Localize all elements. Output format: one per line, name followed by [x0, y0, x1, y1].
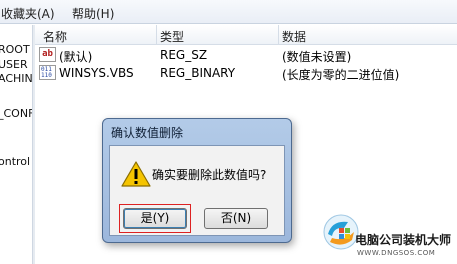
- column-type[interactable]: 类型: [160, 28, 184, 45]
- value-type: REG_BINARY: [160, 66, 236, 80]
- dialog-message: 确实要删除此数值吗?: [152, 168, 267, 182]
- column-divider[interactable]: [278, 25, 279, 45]
- value-name: WINSYS.VBS: [59, 66, 134, 80]
- string-value-icon: ab: [39, 47, 56, 62]
- tree-item-machine[interactable]: ACHIN: [0, 72, 32, 85]
- list-item[interactable]: ab (默认) REG_SZ (数值未设置): [35, 46, 457, 64]
- list-header: 名称 类型 数据: [35, 25, 457, 45]
- watermark: 电脑公司装机大师 WWW.DNGSOS.COM: [322, 208, 457, 264]
- dialog-title: 确认数值删除: [111, 126, 184, 140]
- column-name[interactable]: 名称: [43, 28, 67, 45]
- value-name: (默认): [59, 50, 93, 64]
- menu-bar: 收藏夹(A) 帮助(H): [0, 0, 457, 24]
- menu-favorites[interactable]: 收藏夹(A): [1, 5, 55, 22]
- list-item[interactable]: 011 110 WINSYS.VBS REG_BINARY (长度为零的二进位值…: [35, 64, 457, 82]
- tree-item-user[interactable]: USER: [0, 58, 28, 71]
- tree-item-root[interactable]: ROOT: [0, 43, 30, 56]
- value-data: (长度为零的二进位值): [282, 68, 400, 82]
- menu-help[interactable]: 帮助(H): [72, 5, 114, 22]
- tree-item-control[interactable]: ontrol: [0, 155, 30, 168]
- tree-item-config[interactable]: _CONF: [0, 107, 32, 120]
- yes-button[interactable]: 是(Y): [123, 208, 187, 229]
- registry-tree: ROOT USER ACHIN _CONF ontrol: [0, 25, 32, 264]
- value-data: (数值未设置): [282, 50, 352, 64]
- binary-value-icon: 011 110: [39, 65, 56, 80]
- watermark-title: 电脑公司装机大师: [355, 233, 452, 247]
- column-divider[interactable]: [156, 25, 157, 45]
- confirm-delete-dialog: 确认数值删除 确实要删除此数值吗? 是(Y) 否(N): [102, 118, 292, 243]
- value-type: REG_SZ: [160, 48, 208, 62]
- watermark-url: WWW.DNGSOS.COM: [357, 249, 436, 257]
- column-data[interactable]: 数据: [282, 28, 306, 45]
- warning-icon: [121, 161, 151, 187]
- dialog-body: 确实要删除此数值吗? 是(Y) 否(N): [109, 145, 285, 236]
- no-button[interactable]: 否(N): [204, 208, 268, 229]
